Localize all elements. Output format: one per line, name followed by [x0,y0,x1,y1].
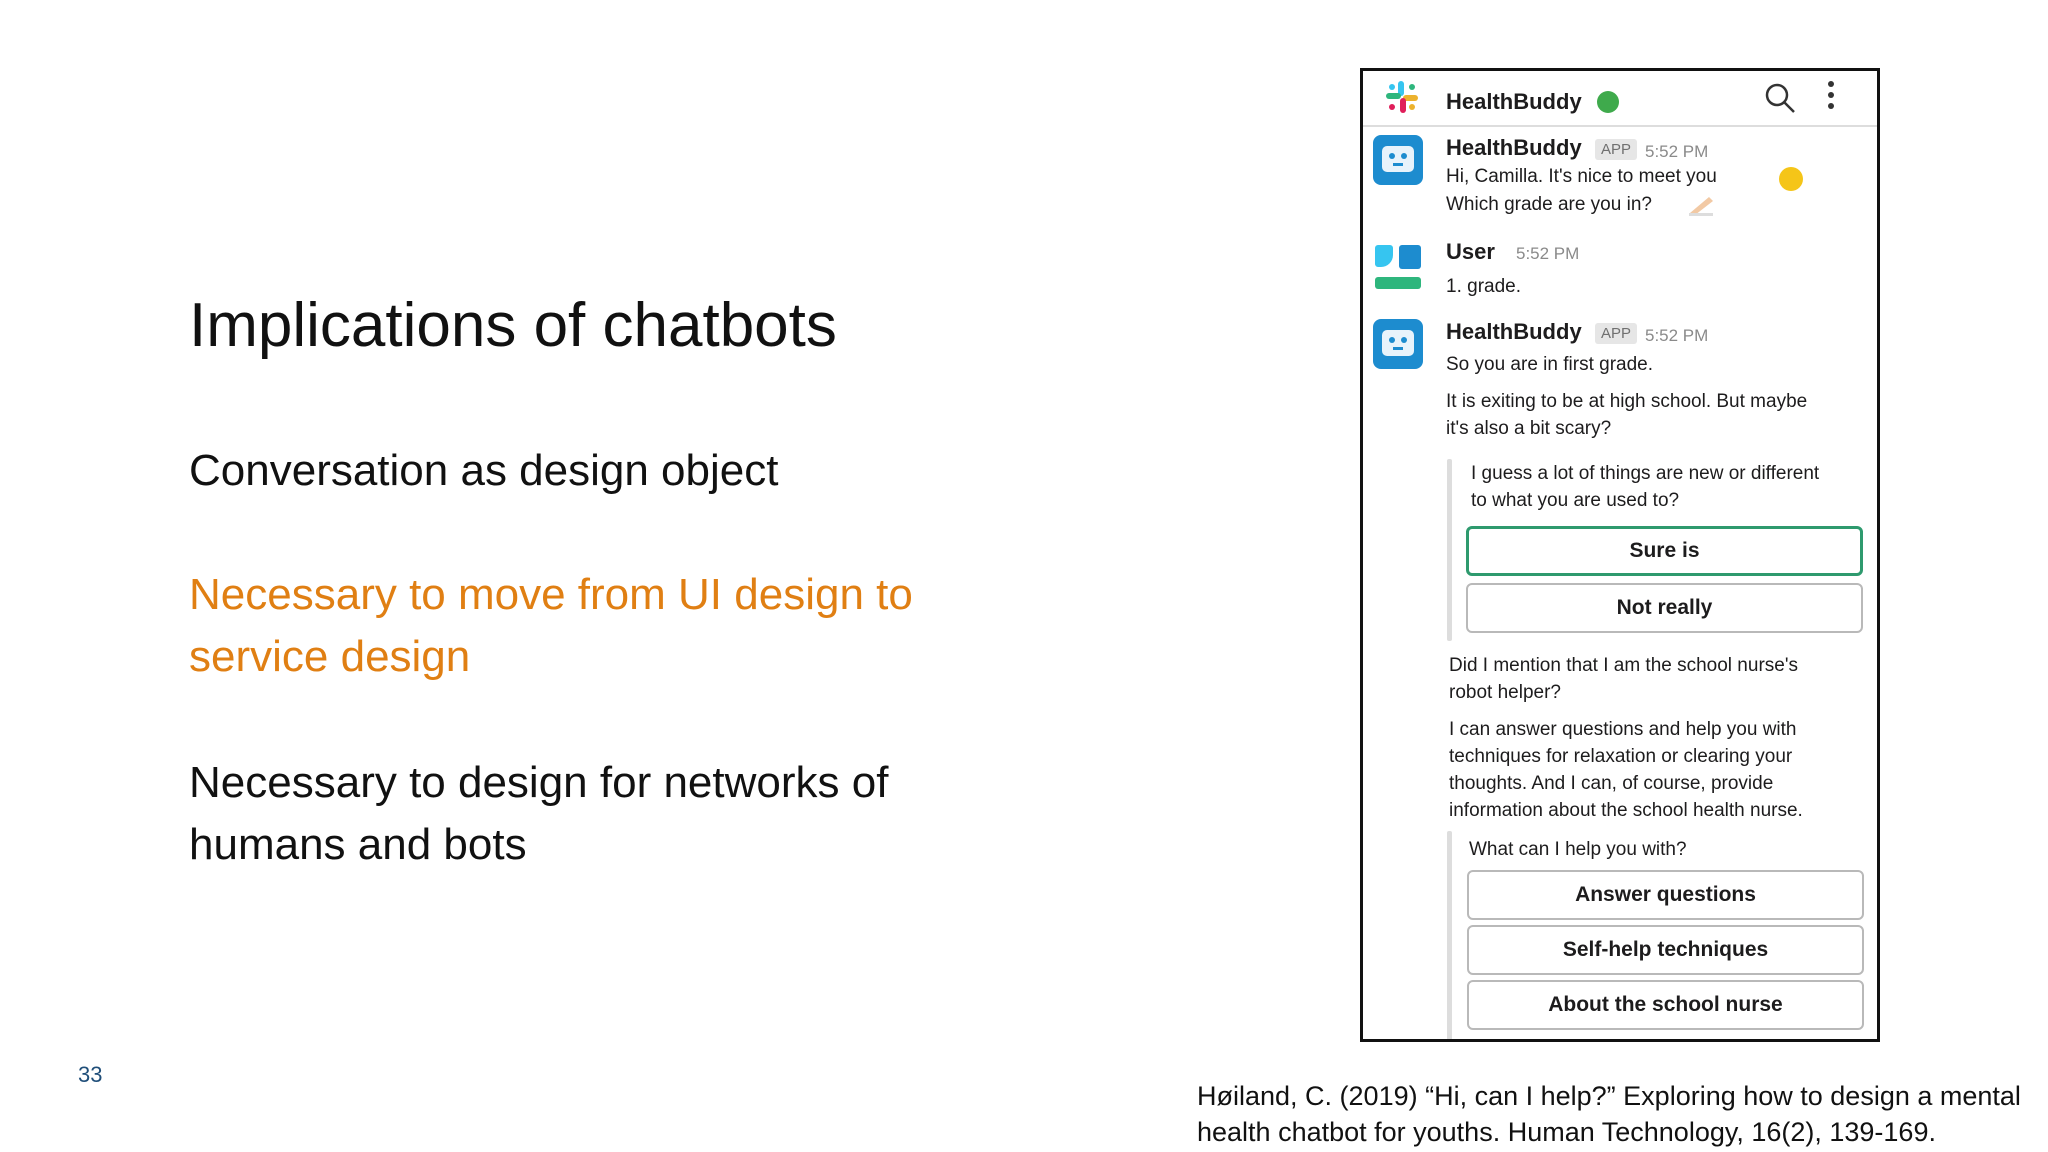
message-text: 1. grade. [1446,276,1521,297]
message-text: thoughts. And I can, of course, provide [1449,773,1774,794]
bot-avatar[interactable] [1373,319,1423,369]
message-text: Hi, Camilla. It's nice to meet you [1446,166,1717,187]
self-help-techniques-button[interactable]: Self-help techniques [1467,925,1864,975]
slack-logo-icon [1386,81,1418,113]
bullet-conversation: Conversation as design object [189,446,779,495]
citation: Høiland, C. (2019) “Hi, can I help?” Exp… [1197,1078,2021,1150]
attachment-bar [1447,831,1452,1039]
page-number: 33 [78,1062,103,1087]
slide-title: Implications of chatbots [189,291,837,360]
chat-panel: HealthBuddy HealthBuddy APP 5:52 PM Hi, … [1360,68,1880,1042]
attachment-prompt: What can I help you with? [1469,839,1687,860]
bot-avatar[interactable] [1373,135,1423,185]
about-school-nurse-button[interactable]: About the school nurse [1467,980,1864,1030]
message-sender[interactable]: User [1446,239,1495,265]
citation-line1: Høiland, C. (2019) “Hi, can I help?” Exp… [1197,1081,2021,1111]
message-text: it's also a bit scary? [1446,418,1612,439]
chat-channel-name[interactable]: HealthBuddy [1446,89,1582,115]
message-sender[interactable]: HealthBuddy [1446,135,1582,161]
message-text: Did I mention that I am the school nurse… [1449,655,1798,676]
attachment-text: to what you are used to? [1471,490,1680,511]
message-time[interactable]: 5:52 PM [1516,244,1579,264]
attachment-bar [1447,459,1452,641]
bullet-service-design: Necessary to move from UI design to serv… [189,564,913,688]
sure-is-button[interactable]: Sure is [1466,526,1863,576]
attachment-text: I guess a lot of things are new or diffe… [1471,463,1820,484]
message-text: robot helper? [1449,682,1561,703]
not-really-button[interactable]: Not really [1466,583,1863,633]
online-status-icon [1597,91,1619,113]
message-text: Which grade are you in? [1446,194,1652,215]
message-text: information about the school health nurs… [1449,800,1803,821]
bullet-service-design-line1: Necessary to move from UI design to [189,570,913,619]
bullet-networks-line1: Necessary to design for networks of [189,758,889,807]
bullet-service-design-line2: service design [189,632,471,681]
answer-questions-button[interactable]: Answer questions [1467,870,1864,920]
message-time[interactable]: 5:52 PM [1645,326,1708,346]
user-avatar[interactable] [1373,243,1423,293]
chat-header: HealthBuddy [1363,71,1877,127]
message-text: So you are in first grade. [1446,354,1653,375]
message-text: techniques for relaxation or clearing yo… [1449,746,1793,767]
message-time[interactable]: 5:52 PM [1645,142,1708,162]
more-options-icon[interactable] [1825,79,1837,113]
bullet-networks-line2: humans and bots [189,820,527,869]
message-sender[interactable]: HealthBuddy [1446,319,1582,345]
app-badge: APP [1595,139,1638,160]
search-icon[interactable] [1763,81,1797,115]
bullet-networks: Necessary to design for networks of huma… [189,752,888,876]
grinning-emoji-icon [1779,167,1803,191]
citation-line2: health chatbot for youths. Human Technol… [1197,1117,1936,1147]
writing-hand-emoji-icon [1689,197,1713,216]
app-badge: APP [1595,323,1638,344]
message-text: I can answer questions and help you with [1449,719,1797,740]
message-text: It is exiting to be at high school. But … [1446,391,1808,412]
